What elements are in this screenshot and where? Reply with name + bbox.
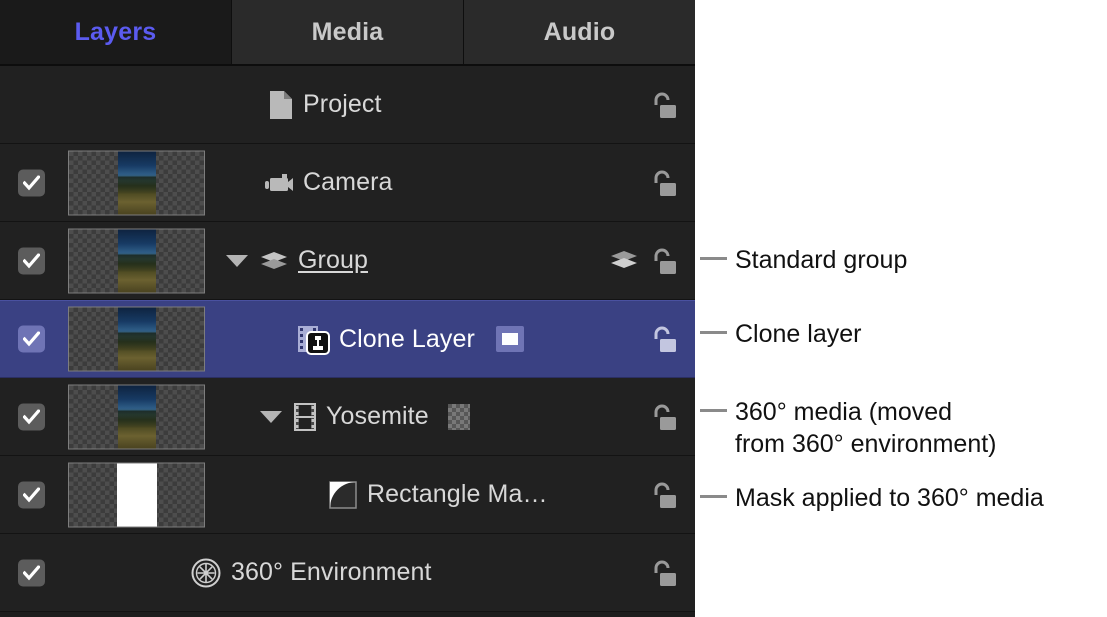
row-name-block: Camera — [262, 144, 393, 221]
row-visibility-checkbox[interactable] — [18, 325, 45, 353]
document-icon — [268, 90, 294, 120]
row-right-controls — [649, 168, 677, 198]
row-visibility-checkbox[interactable] — [18, 403, 45, 430]
row-visibility-checkbox[interactable] — [18, 481, 45, 508]
row-right-controls — [649, 402, 677, 432]
globe-360-icon — [190, 557, 222, 589]
row-label: Project — [303, 90, 382, 118]
unlocked-padlock-icon[interactable] — [649, 480, 677, 510]
group-layers-icon[interactable] — [609, 249, 639, 273]
layers-list: Project Camera Group Clone Layer Yosemit… — [0, 66, 695, 612]
callout-clone-layer: Clone layer — [700, 318, 861, 350]
layers-stack-icon — [259, 249, 289, 273]
transparency-badge-icon — [447, 403, 470, 430]
clone-source-badge-icon — [495, 326, 524, 352]
unlocked-padlock-icon[interactable] — [649, 246, 677, 276]
leader-line — [700, 257, 727, 260]
table-row[interactable]: Clone Layer — [0, 300, 695, 378]
leader-line — [700, 495, 727, 498]
disclosure-triangle-icon[interactable] — [226, 254, 248, 267]
callout-text: 360° media (moved from 360° environment) — [735, 398, 997, 458]
unlocked-padlock-icon[interactable] — [649, 324, 677, 354]
row-thumbnail[interactable] — [68, 228, 205, 293]
callout-text: Standard group — [735, 246, 908, 274]
row-label[interactable]: Clone Layer — [339, 325, 475, 354]
row-right-controls — [609, 246, 677, 276]
table-row[interactable]: Rectangle Ma… — [0, 456, 695, 534]
row-right-controls — [649, 558, 677, 588]
disclosure-triangle-icon[interactable] — [260, 410, 282, 423]
callout-mask-applied: Mask applied to 360° media — [700, 482, 1044, 514]
row-label[interactable]: Yosemite — [326, 402, 429, 431]
row-name-block: Group — [226, 222, 368, 299]
row-label[interactable]: Group — [298, 246, 368, 275]
row-thumbnail[interactable] — [68, 150, 205, 215]
callout-text: Mask applied to 360° media — [735, 484, 1044, 512]
table-row[interactable]: Yosemite — [0, 378, 695, 456]
mask-shape-icon — [328, 480, 358, 510]
clone-layer-icon — [296, 323, 330, 355]
row-thumbnail[interactable] — [68, 384, 205, 449]
row-name-block: 360° Environment — [190, 534, 432, 611]
film-strip-icon — [293, 402, 317, 432]
row-visibility-checkbox[interactable] — [18, 247, 45, 274]
callout-360-media: 360° media (moved from 360° environment) — [700, 396, 997, 460]
row-visibility-checkbox[interactable] — [18, 559, 45, 586]
table-row[interactable]: 360° Environment — [0, 534, 695, 612]
camera-icon — [262, 171, 294, 195]
tab-layers[interactable]: Layers — [0, 0, 231, 64]
leader-line — [700, 409, 727, 412]
tab-audio-label: Audio — [543, 17, 616, 46]
table-row[interactable]: Project — [0, 66, 695, 144]
layers-panel: Layers Media Audio Project Camera Group … — [0, 0, 695, 617]
unlocked-padlock-icon[interactable] — [649, 558, 677, 588]
row-label: Camera — [303, 168, 393, 196]
table-row[interactable]: Group — [0, 222, 695, 300]
row-name-block: Clone Layer — [296, 301, 524, 377]
row-name-block: Project — [268, 66, 382, 143]
row-name-block: Rectangle Ma… — [328, 456, 548, 533]
row-label[interactable]: 360° Environment — [231, 558, 432, 587]
row-thumbnail[interactable] — [68, 306, 205, 372]
row-label[interactable]: Rectangle Ma… — [367, 480, 548, 509]
tab-media[interactable]: Media — [231, 0, 463, 64]
callout-text: Clone layer — [735, 320, 862, 348]
tab-audio[interactable]: Audio — [463, 0, 695, 64]
unlocked-padlock-icon[interactable] — [649, 168, 677, 198]
tab-media-label: Media — [311, 17, 384, 46]
panel-tab-bar: Layers Media Audio — [0, 0, 695, 66]
row-thumbnail[interactable] — [68, 462, 205, 527]
unlocked-padlock-icon[interactable] — [649, 402, 677, 432]
row-name-block: Yosemite — [260, 378, 470, 455]
leader-line — [700, 331, 727, 334]
tab-layers-label: Layers — [74, 17, 157, 46]
row-visibility-checkbox[interactable] — [18, 169, 45, 196]
row-right-controls — [649, 90, 677, 120]
row-right-controls — [649, 324, 677, 354]
callout-standard-group: Standard group — [700, 244, 907, 276]
row-right-controls — [649, 480, 677, 510]
table-row[interactable]: Camera — [0, 144, 695, 222]
unlocked-padlock-icon[interactable] — [649, 90, 677, 120]
